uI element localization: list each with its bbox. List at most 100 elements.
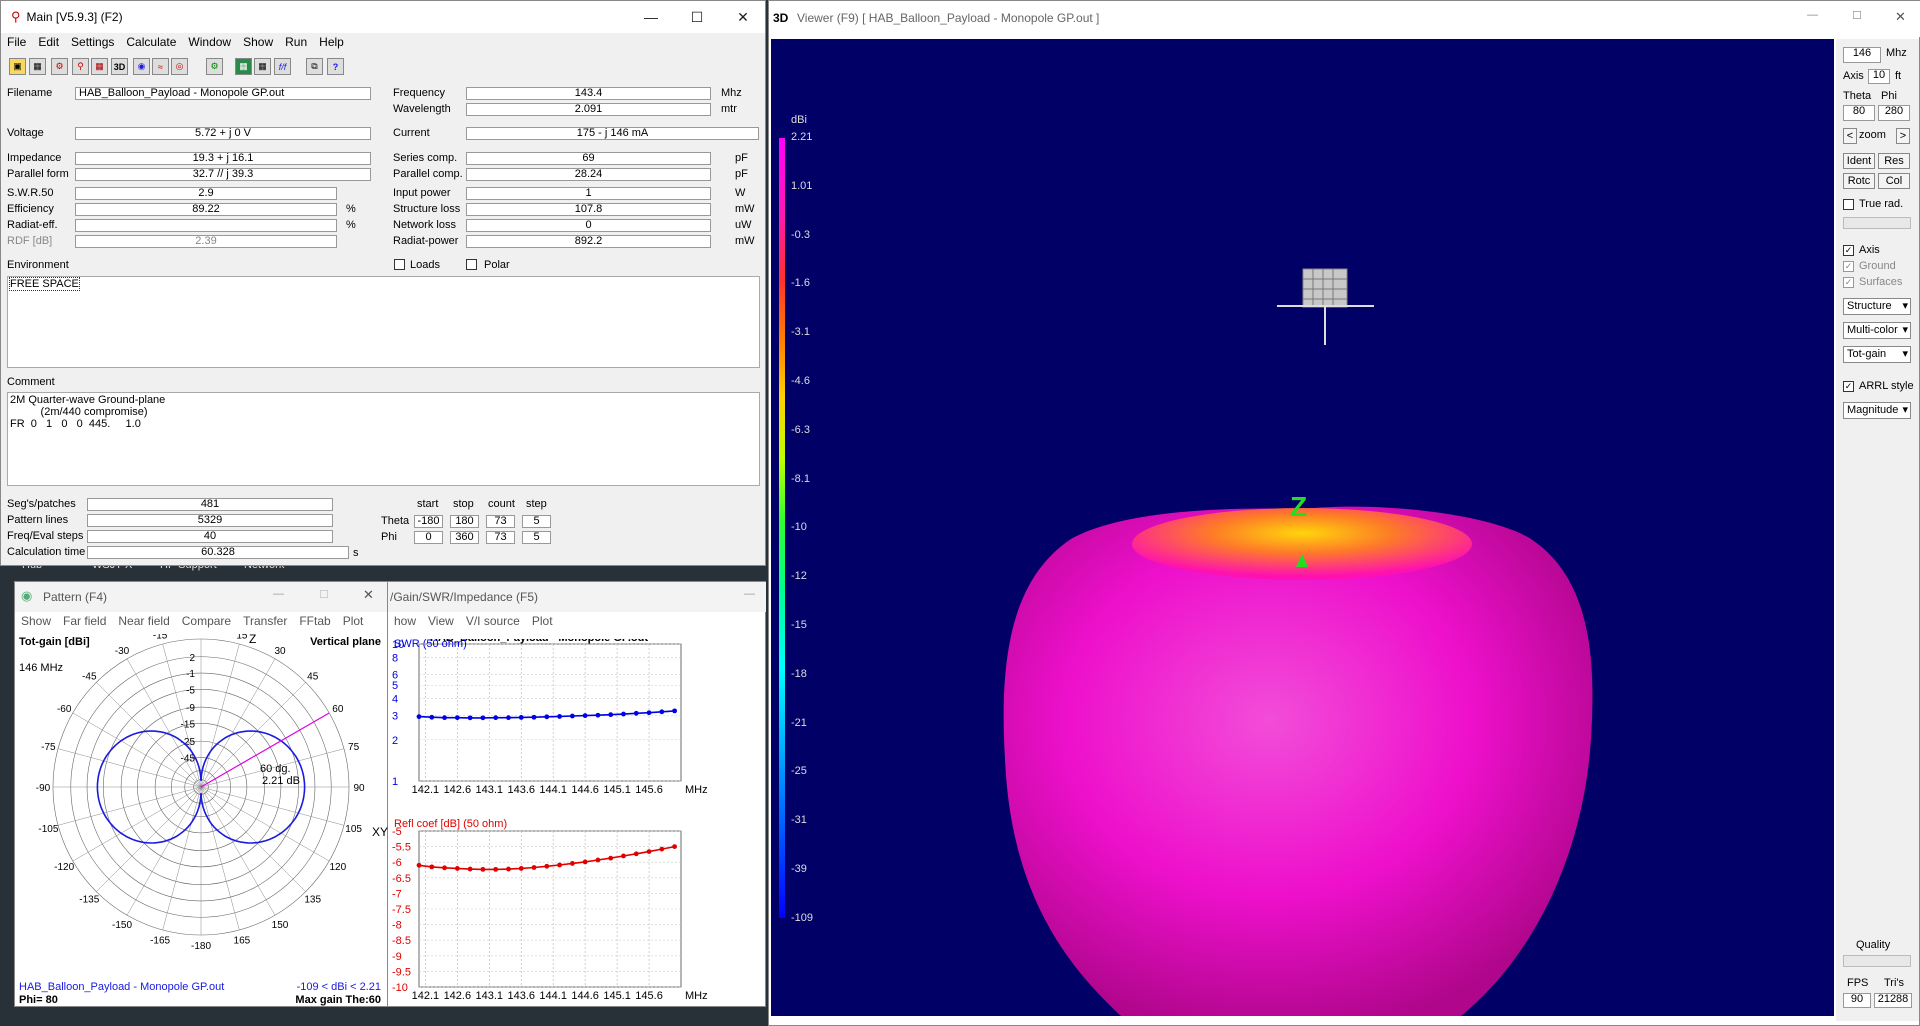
arrl-style-checkbox[interactable]: ✓ bbox=[1843, 381, 1854, 392]
maximize-icon[interactable]: ☐ bbox=[319, 588, 329, 601]
col-button[interactable]: Col bbox=[1878, 173, 1910, 189]
axis-checkbox[interactable]: ✓ bbox=[1843, 245, 1854, 256]
menu-file[interactable]: File bbox=[1, 35, 32, 53]
magnitude-select[interactable]: Magnitude bbox=[1843, 402, 1911, 419]
network-loss-field[interactable]: 0 bbox=[466, 219, 711, 232]
swr-menu-plot[interactable]: Plot bbox=[526, 614, 559, 632]
menu-window[interactable]: Window bbox=[182, 35, 237, 53]
pattern-menu-plot[interactable]: Plot bbox=[337, 614, 370, 632]
current-field[interactable]: 175 - j 146 mA bbox=[466, 127, 759, 140]
phi-start[interactable]: 0 bbox=[414, 531, 443, 544]
freq-eval-field[interactable]: 40 bbox=[87, 530, 333, 543]
true-rad-checkbox[interactable] bbox=[1843, 199, 1854, 210]
open-icon[interactable]: ▣ bbox=[9, 58, 26, 75]
menu-edit[interactable]: Edit bbox=[32, 35, 65, 53]
spiral-icon[interactable]: ≈ bbox=[152, 58, 169, 75]
rdf-field[interactable]: 2.39 bbox=[75, 235, 337, 248]
3d-label-icon[interactable]: 3D bbox=[111, 58, 128, 75]
voltage-field[interactable]: 5.72 + j 0 V bbox=[75, 127, 371, 140]
phi-stop[interactable]: 360 bbox=[450, 531, 479, 544]
maximize-icon[interactable]: ☐ bbox=[674, 1, 720, 33]
swr-menu-view[interactable]: View bbox=[422, 614, 460, 632]
impedance-field[interactable]: 19.3 + j 16.1 bbox=[75, 152, 371, 165]
filename-field[interactable]: HAB_Balloon_Payload - Monopole GP.out bbox=[75, 87, 371, 100]
pattern-menu-transfer[interactable]: Transfer bbox=[237, 614, 293, 632]
series-comp-field[interactable]: 69 bbox=[466, 152, 711, 165]
sp-freq-field[interactable]: 146 bbox=[1843, 47, 1881, 63]
table-icon[interactable]: ▦ bbox=[254, 58, 271, 75]
zoom-next-button[interactable]: > bbox=[1896, 128, 1910, 144]
structure-loss-field[interactable]: 107.8 bbox=[466, 203, 711, 216]
segs-field[interactable]: 481 bbox=[87, 498, 333, 511]
true-rad-slider[interactable] bbox=[1843, 217, 1911, 229]
geometry-icon[interactable]: ⚙ bbox=[51, 58, 68, 75]
zoom-prev-button[interactable]: < bbox=[1843, 128, 1857, 144]
maximize-icon[interactable]: ☐ bbox=[1852, 9, 1862, 22]
res-button[interactable]: Res bbox=[1878, 153, 1910, 169]
menu-show[interactable]: Show bbox=[237, 35, 279, 53]
color-select[interactable]: Multi-color bbox=[1843, 322, 1911, 339]
input-power-field[interactable]: 1 bbox=[466, 187, 711, 200]
swr-menu-vi-source[interactable]: V/I source bbox=[460, 614, 526, 632]
pattern-menu-fftab[interactable]: FFtab bbox=[293, 614, 336, 632]
close-icon[interactable]: ✕ bbox=[363, 587, 374, 603]
sp-theta-field[interactable]: 80 bbox=[1843, 105, 1875, 121]
theta-step[interactable]: 5 bbox=[522, 515, 551, 528]
swr-chart[interactable]: HAB_Balloon_Payload - Monopole GP.out142… bbox=[388, 639, 766, 1007]
environment-textarea[interactable]: FREE SPACE bbox=[7, 276, 760, 368]
phi-step[interactable]: 5 bbox=[522, 531, 551, 544]
copy-icon[interactable]: ⧉ bbox=[306, 58, 323, 75]
minimize-icon[interactable]: — bbox=[628, 1, 674, 33]
ff-icon[interactable]: f/f bbox=[274, 58, 291, 75]
minimize-icon[interactable]: — bbox=[744, 588, 755, 600]
radiat-eff-field[interactable] bbox=[75, 219, 337, 232]
comment-textarea[interactable]: 2M Quarter-wave Ground-plane (2m/440 com… bbox=[7, 392, 760, 486]
pattern-menu-far-field[interactable]: Far field bbox=[57, 614, 112, 632]
parallel-comp-field[interactable]: 28.24 bbox=[466, 168, 711, 181]
swr-field[interactable]: 2.9 bbox=[75, 187, 337, 200]
close-icon[interactable]: ✕ bbox=[1895, 9, 1906, 25]
quality-slider[interactable] bbox=[1843, 955, 1911, 967]
minimize-icon[interactable]: — bbox=[273, 588, 284, 600]
surfaces-checkbox[interactable]: ✓ bbox=[1843, 277, 1854, 288]
target-icon[interactable]: ⚙ bbox=[206, 58, 223, 75]
pattern-lines-field[interactable]: 5329 bbox=[87, 514, 333, 527]
theta-start[interactable]: -180 bbox=[414, 515, 443, 528]
polar-checkbox[interactable] bbox=[466, 259, 477, 270]
menu-calculate[interactable]: Calculate bbox=[120, 35, 182, 53]
ident-button[interactable]: Ident bbox=[1843, 153, 1875, 169]
antenna-icon[interactable]: ⚲ bbox=[72, 58, 89, 75]
phi-count[interactable]: 73 bbox=[486, 531, 515, 544]
frequency-field[interactable]: 143.4 bbox=[466, 87, 711, 100]
grid-icon[interactable]: ◉ bbox=[133, 58, 150, 75]
minimize-icon[interactable]: — bbox=[1807, 9, 1818, 21]
calculator-icon[interactable]: ▦ bbox=[235, 58, 252, 75]
save-icon[interactable]: ▦ bbox=[29, 58, 46, 75]
structure-select[interactable]: Structure bbox=[1843, 298, 1911, 315]
chart-icon[interactable]: ▦ bbox=[91, 58, 108, 75]
swr-menu-show[interactable]: how bbox=[388, 614, 422, 632]
polar-plot[interactable]: 0 15 30 45 60 75 90 105 120 135 150 165 -180 -165 -150… bbox=[15, 634, 387, 1006]
radiat-power-field[interactable]: 892.2 bbox=[466, 235, 711, 248]
parallel-form-field[interactable]: 32.7 // j 39.3 bbox=[75, 168, 371, 181]
pattern-menu-near-field[interactable]: Near field bbox=[112, 614, 175, 632]
theta-stop[interactable]: 180 bbox=[450, 515, 479, 528]
menu-run[interactable]: Run bbox=[279, 35, 313, 53]
sp-phi-field[interactable]: 280 bbox=[1878, 105, 1910, 121]
tris-field[interactable]: 21288 bbox=[1874, 993, 1912, 1008]
gain-select[interactable]: Tot-gain bbox=[1843, 346, 1911, 363]
ground-checkbox[interactable]: ✓ bbox=[1843, 261, 1854, 272]
viewer-canvas[interactable]: dBi 2.21 1.01 -0.3 -1.6 -3.1 -4.6 -6.3 -8.1 -10-… bbox=[771, 39, 1834, 1016]
calc-time-field[interactable]: 60.328 bbox=[87, 546, 349, 559]
pattern-icon[interactable]: ◎ bbox=[171, 58, 188, 75]
pattern-menu-compare[interactable]: Compare bbox=[176, 614, 237, 632]
pattern-menu-show[interactable]: Show bbox=[15, 614, 57, 632]
wavelength-field[interactable]: 2.091 bbox=[466, 103, 711, 116]
rotc-button[interactable]: Rotc bbox=[1843, 173, 1875, 189]
fps-field[interactable]: 90 bbox=[1843, 993, 1871, 1008]
theta-count[interactable]: 73 bbox=[486, 515, 515, 528]
loads-checkbox[interactable] bbox=[394, 259, 405, 270]
menu-settings[interactable]: Settings bbox=[65, 35, 120, 53]
sp-axis-field[interactable]: 10 bbox=[1868, 69, 1890, 84]
close-icon[interactable]: ✕ bbox=[720, 1, 766, 33]
